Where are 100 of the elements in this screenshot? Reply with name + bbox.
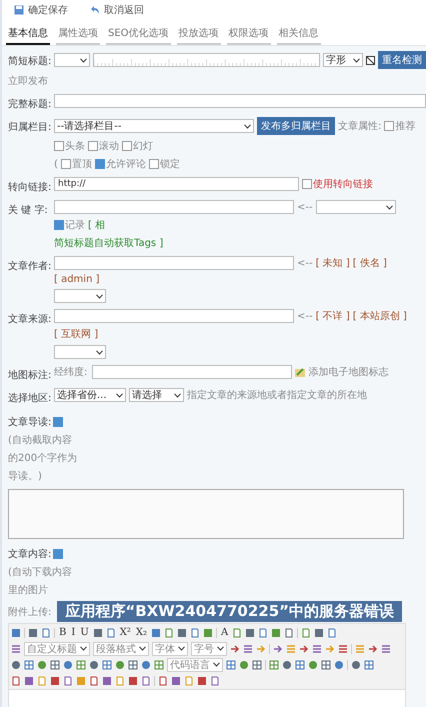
circle-icon[interactable]: [282, 660, 292, 670]
lines-icon[interactable]: [286, 644, 296, 654]
quick-pick-link[interactable]: [ 不详 ]: [316, 309, 350, 323]
editor-dropdown[interactable]: 段落格式: [93, 642, 149, 656]
lines-icon[interactable]: [243, 644, 253, 654]
circle-icon[interactable]: [11, 660, 21, 670]
square-icon[interactable]: [177, 628, 188, 638]
editor-dropdown[interactable]: 字体: [152, 642, 188, 656]
tab[interactable]: 权限选项: [226, 24, 271, 45]
page-icon[interactable]: [89, 676, 99, 686]
checkbox[interactable]: 允许评论: [94, 157, 146, 171]
add-map-link[interactable]: 添加电子地图标志: [308, 365, 388, 379]
grid-icon[interactable]: [269, 660, 279, 670]
dropdown[interactable]: [54, 345, 106, 359]
square-icon[interactable]: [11, 628, 21, 638]
page-icon[interactable]: [284, 628, 294, 638]
grid-icon[interactable]: [321, 660, 331, 670]
lines-icon[interactable]: [355, 644, 365, 654]
grid-icon[interactable]: [76, 660, 86, 670]
quick-pick-link[interactable]: [ 本站原创 ]: [352, 309, 407, 323]
square-icon[interactable]: [151, 628, 162, 638]
square-icon[interactable]: [203, 628, 214, 638]
format-button[interactable]: A: [220, 627, 230, 638]
page-icon[interactable]: [63, 676, 73, 686]
checkbox[interactable]: 置顶: [60, 157, 92, 171]
square-icon[interactable]: [271, 628, 282, 638]
save-button[interactable]: 确定保存: [14, 3, 68, 17]
quick-pick-link[interactable]: [ 互联网 ]: [54, 327, 98, 341]
grid-icon[interactable]: [364, 660, 374, 670]
arrow-icon[interactable]: [273, 644, 283, 654]
checkbox[interactable]: 头条: [54, 139, 85, 153]
editor-dropdown[interactable]: 字号: [191, 642, 227, 656]
lines-icon[interactable]: [312, 644, 322, 654]
format-button[interactable]: X₂: [134, 627, 148, 638]
tab[interactable]: 投放选项: [176, 24, 221, 45]
keyword-input-field[interactable]: [54, 200, 294, 214]
input-field[interactable]: [54, 256, 294, 270]
lines-icon[interactable]: [11, 644, 21, 654]
checkbox[interactable]: 使用转向链接: [302, 177, 373, 191]
circle-icon[interactable]: [141, 660, 151, 670]
grid-icon[interactable]: [128, 660, 138, 670]
square-icon[interactable]: [50, 676, 60, 686]
grid-icon[interactable]: [252, 660, 262, 670]
summary-text-area[interactable]: [8, 489, 404, 539]
checkbox[interactable]: 记录: [54, 218, 85, 232]
checkbox[interactable]: 幻灯: [122, 139, 153, 153]
page-icon[interactable]: [327, 628, 338, 638]
checkbox[interactable]: 推荐: [384, 119, 416, 133]
page-icon[interactable]: [232, 628, 242, 638]
page-icon[interactable]: [37, 676, 47, 686]
square-icon[interactable]: [197, 676, 207, 686]
page-icon[interactable]: [106, 628, 116, 638]
circle-icon[interactable]: [351, 660, 361, 670]
category-select[interactable]: --请选择栏目--: [54, 119, 254, 133]
square-icon[interactable]: [28, 628, 38, 638]
duplicate-check-button[interactable]: 重名检测: [378, 51, 426, 69]
dropdown[interactable]: [54, 289, 106, 303]
square-icon[interactable]: [245, 628, 256, 638]
province-select[interactable]: 选择省份...: [54, 388, 126, 402]
grid-icon[interactable]: [154, 660, 164, 670]
grid-icon[interactable]: [102, 660, 112, 670]
lines-icon[interactable]: [381, 644, 391, 654]
input-field[interactable]: [54, 309, 294, 323]
arrow-icon[interactable]: [256, 644, 266, 654]
editor-dropdown[interactable]: 自定义标题: [24, 642, 90, 656]
grid-icon[interactable]: [24, 660, 34, 670]
format-button[interactable]: I: [70, 627, 76, 638]
quick-pick-link[interactable]: [ 佚名 ]: [352, 256, 387, 270]
square-icon[interactable]: [171, 676, 181, 686]
arrow-icon[interactable]: [299, 644, 309, 654]
square-icon[interactable]: [128, 676, 138, 686]
coordinate-input-field[interactable]: [92, 365, 292, 379]
keyword-select[interactable]: [316, 200, 396, 214]
tab[interactable]: SEO优化选项: [106, 24, 171, 45]
multi-category-button[interactable]: 发布多归属栏目: [257, 117, 335, 135]
circle-icon[interactable]: [239, 660, 249, 670]
square-icon[interactable]: [314, 628, 324, 638]
tab[interactable]: 属性选项: [56, 24, 100, 45]
page-icon[interactable]: [258, 628, 268, 638]
grid-icon[interactable]: [295, 660, 305, 670]
arrow-icon[interactable]: [368, 644, 378, 654]
format-button[interactable]: U: [79, 627, 90, 638]
title-input-field[interactable]: [93, 53, 320, 67]
page-icon[interactable]: [184, 676, 194, 686]
circle-icon[interactable]: [63, 660, 73, 670]
quick-pick-link[interactable]: [ admin ]: [54, 274, 100, 285]
arrow-icon[interactable]: [325, 644, 335, 654]
circle-icon[interactable]: [37, 660, 47, 670]
city-select[interactable]: 请选择: [129, 388, 184, 402]
circle-icon[interactable]: [115, 660, 125, 670]
color-picker-icon[interactable]: [366, 56, 375, 64]
font-style-select[interactable]: 字形: [323, 53, 363, 67]
input-field[interactable]: [54, 94, 426, 108]
checkbox[interactable]: [53, 549, 64, 559]
back-button[interactable]: 取消返回: [90, 3, 144, 17]
square-icon[interactable]: [92, 628, 103, 638]
square-icon[interactable]: [102, 676, 112, 686]
circle-icon[interactable]: [89, 660, 99, 670]
page-icon[interactable]: [115, 676, 125, 686]
lines-icon[interactable]: [338, 644, 348, 654]
